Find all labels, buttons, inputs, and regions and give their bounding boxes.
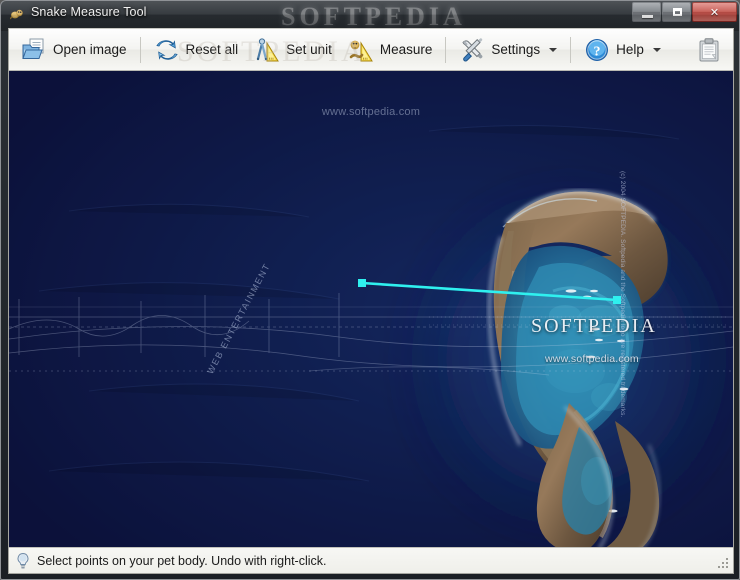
settings-label: Settings: [491, 42, 541, 57]
minimize-icon: [642, 15, 653, 18]
close-button[interactable]: ✕: [692, 2, 737, 22]
title-bar[interactable]: Snake Measure Tool SOFTPEDIA ✕: [1, 1, 739, 31]
settings-button[interactable]: Settings: [451, 32, 565, 68]
measure-button[interactable]: Measure: [340, 32, 441, 68]
chevron-down-icon[interactable]: [652, 47, 661, 52]
chevron-down-icon[interactable]: [549, 47, 558, 52]
client-area: Open image Reset all Set unit Measure Se…: [8, 28, 734, 574]
set-unit-button[interactable]: Set unit: [246, 32, 340, 68]
clipboard-button[interactable]: [691, 32, 727, 68]
help-label: Help: [616, 42, 644, 57]
lightbulb-icon: [17, 552, 29, 568]
help-button[interactable]: ? Help: [576, 32, 669, 68]
window-title: Snake Measure Tool: [31, 5, 147, 19]
svg-text:?: ?: [594, 44, 601, 59]
main-toolbar: Open image Reset all Set unit Measure Se…: [9, 29, 733, 71]
wrench-screwdriver-icon: [462, 37, 483, 61]
set-unit-label: Set unit: [286, 42, 332, 57]
reset-all-label: Reset all: [185, 42, 239, 57]
snake-ruler-icon: [349, 40, 373, 61]
toolbar-separator: [139, 36, 141, 63]
aerial-island-photo: [9, 71, 733, 549]
application-window: Snake Measure Tool SOFTPEDIA ✕ Open imag…: [0, 0, 740, 580]
compass-ruler-icon: [256, 37, 279, 61]
reset-all-button[interactable]: Reset all: [146, 32, 247, 68]
question-circle-icon: ?: [586, 38, 609, 61]
open-folder-icon: [22, 38, 44, 59]
open-image-label: Open image: [53, 42, 127, 57]
status-message: Select points on your pet body. Undo wit…: [37, 553, 327, 568]
maximize-button[interactable]: [662, 2, 691, 22]
refresh-arrows-icon: [155, 39, 178, 60]
open-image-button[interactable]: Open image: [13, 32, 135, 68]
toolbar-separator: [445, 36, 447, 63]
clipboard-icon: [699, 37, 719, 61]
status-bar: Select points on your pet body. Undo wit…: [9, 547, 733, 573]
close-icon: ✕: [709, 5, 720, 19]
window-controls: ✕: [632, 2, 737, 23]
resize-grip[interactable]: [718, 558, 730, 570]
minimize-button[interactable]: [632, 2, 661, 22]
image-canvas[interactable]: www.softpedia.com SOFTPEDIA www.softpedi…: [9, 71, 733, 549]
toolbar-separator: [570, 36, 572, 63]
snake-app-icon: [10, 9, 23, 20]
maximize-icon: [673, 8, 682, 16]
measure-label: Measure: [379, 42, 433, 57]
